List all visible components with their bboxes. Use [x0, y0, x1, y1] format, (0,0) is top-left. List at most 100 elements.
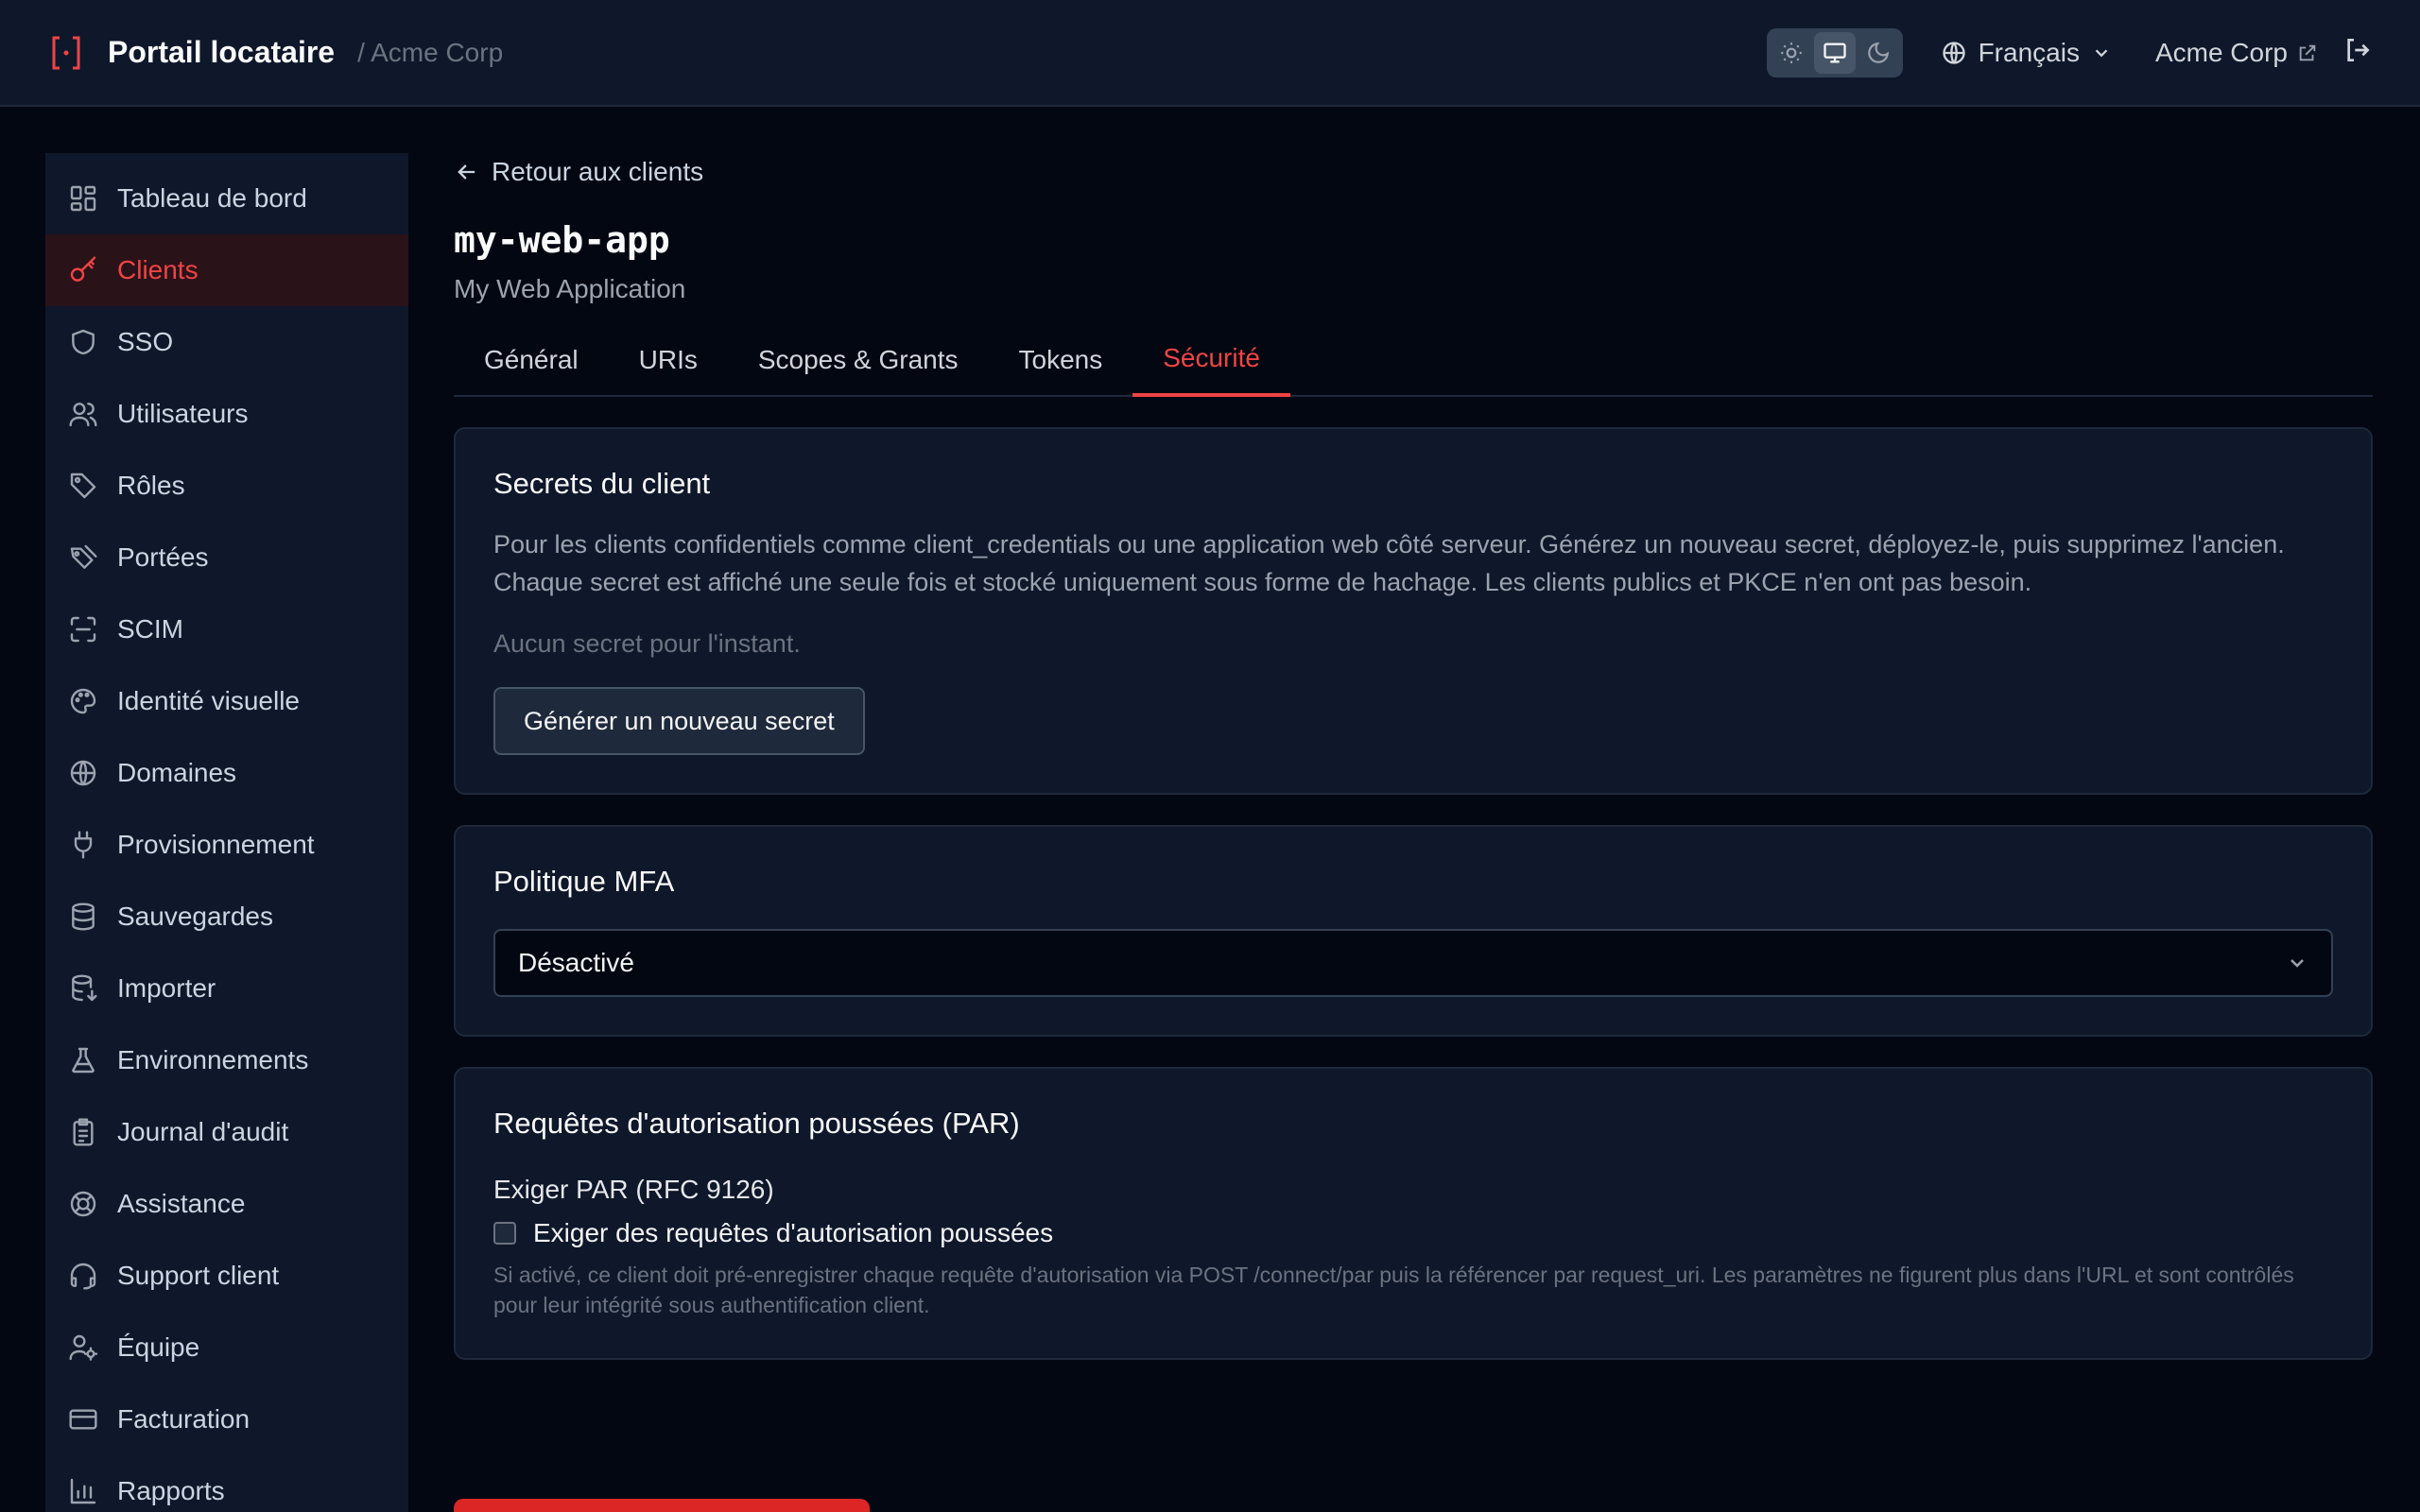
database-icon: [72, 902, 95, 931]
tab-general[interactable]: Général: [454, 336, 609, 397]
sidebar-item-9[interactable]: Provisionnement: [45, 809, 408, 881]
par-checkbox-row[interactable]: Exiger des requêtes d'autorisation pouss…: [493, 1218, 2333, 1248]
main-content: Retour aux clients my-web-app My Web App…: [454, 153, 2373, 1360]
clipboard-icon: [73, 1118, 94, 1146]
back-to-clients-link[interactable]: Retour aux clients: [454, 153, 2373, 191]
sidebar-item-label: Facturation: [117, 1404, 251, 1434]
moon-icon: [1867, 42, 1889, 63]
par-checkbox[interactable]: [493, 1222, 516, 1245]
headset-icon: [70, 1263, 96, 1290]
monitor-icon: [1823, 43, 1846, 62]
logout-button[interactable]: [2342, 35, 2373, 70]
sidebar-item-6[interactable]: SCIM: [45, 593, 408, 665]
app-title: Portail locataire: [108, 35, 336, 69]
logout-icon: [2347, 39, 2370, 61]
language-label: Français: [1978, 37, 2080, 67]
globe-icon: [70, 760, 96, 786]
sidebar-item-18[interactable]: Rapports: [45, 1455, 408, 1512]
bar-chart-icon: [70, 1478, 96, 1504]
sidebar-item-label: Clients: [117, 255, 199, 284]
chevron-down-icon: [2095, 48, 2108, 57]
scan-icon: [70, 616, 96, 643]
tab-tokens[interactable]: Tokens: [989, 336, 1133, 397]
tags-icon: [70, 544, 97, 569]
generate-secret-button[interactable]: Générer un nouveau secret: [493, 687, 865, 755]
sidebar-item-0[interactable]: Tableau de bord: [45, 163, 408, 234]
secrets-description: Pour les clients confidentiels comme cli…: [493, 530, 2285, 596]
sidebar-item-label: Utilisateurs: [117, 399, 249, 428]
dark-theme-button[interactable]: [1858, 32, 1899, 74]
sidebar-item-label: Tableau de bord: [117, 183, 307, 213]
sidebar-item-15[interactable]: Support client: [45, 1240, 408, 1312]
globe-icon: [1942, 41, 1965, 64]
sidebar-item-4[interactable]: Rôles: [45, 450, 408, 522]
sidebar-item-17[interactable]: Facturation: [45, 1383, 408, 1455]
sidebar-item-label: Domaines: [117, 758, 237, 787]
top-header: Portail locataire / Acme Corp Français A…: [0, 0, 2420, 107]
logo-icon: [47, 34, 85, 72]
sidebar: Tableau de bord Clients SSO Utilisateurs Rôl…: [45, 153, 408, 1512]
dashboard-icon: [70, 185, 96, 212]
sidebar-item-label: Sauvegardes: [117, 902, 274, 931]
sidebar-item-11[interactable]: Importer: [45, 953, 408, 1024]
sidebar-item-2[interactable]: SSO: [45, 306, 408, 378]
users-icon: [69, 403, 97, 427]
sidebar-item-16[interactable]: Équipe: [45, 1312, 408, 1383]
secrets-title: Secrets du client: [493, 467, 711, 500]
mfa-policy-select[interactable]: Désactivé: [493, 929, 2333, 997]
tag-icon: [70, 472, 96, 499]
sidebar-item-8[interactable]: Domaines: [45, 737, 408, 809]
arrow-left-icon: [458, 164, 475, 180]
sidebar-item-label: Équipe: [117, 1332, 200, 1362]
palette-icon: [70, 688, 96, 714]
mfa-selected-value: Désactivé: [518, 948, 634, 977]
sidebar-item-label: Support client: [117, 1261, 280, 1290]
sidebar-item-1[interactable]: Clients: [45, 234, 408, 306]
sidebar-item-label: SCIM: [117, 614, 183, 644]
par-hint: Si activé, ce client doit pré-enregistre…: [493, 1263, 2294, 1317]
sidebar-item-12[interactable]: Environnements: [45, 1024, 408, 1096]
sidebar-item-13[interactable]: Journal d'audit: [45, 1096, 408, 1168]
mfa-policy-card: Politique MFA Désactivé: [454, 825, 2373, 1037]
tab-bar: Général URIs Scopes & Grants Tokens Sécu…: [454, 336, 2373, 397]
sidebar-item-5[interactable]: Portées: [45, 522, 408, 593]
system-theme-button[interactable]: [1813, 31, 1856, 74]
sidebar-item-label: Rapports: [117, 1476, 225, 1505]
save-button[interactable]: [454, 1499, 870, 1512]
sidebar-item-label: Assistance: [117, 1189, 246, 1218]
tenant-link[interactable]: Acme Corp: [2155, 38, 2318, 68]
sidebar-item-label: Provisionnement: [117, 830, 315, 859]
light-theme-button[interactable]: [1771, 32, 1812, 74]
client-secrets-card: Secrets du client Pour les clients confi…: [454, 427, 2373, 795]
sidebar-item-label: Portées: [117, 542, 209, 572]
tab-scopes-grants[interactable]: Scopes & Grants: [728, 336, 989, 397]
mfa-title: Politique MFA: [493, 865, 675, 898]
sidebar-item-label: SSO: [117, 327, 174, 356]
sidebar-item-10[interactable]: Sauvegardes: [45, 881, 408, 953]
par-field-label: Exiger PAR (RFC 9126): [493, 1175, 774, 1204]
sidebar-item-label: Importer: [117, 973, 216, 1003]
tab-security[interactable]: Sécurité: [1132, 336, 1290, 397]
par-checkbox-label: Exiger des requêtes d'autorisation pouss…: [533, 1218, 1054, 1247]
external-link-icon: [2299, 44, 2316, 60]
lifebuoy-icon: [70, 1191, 96, 1217]
sidebar-item-label: Environnements: [117, 1045, 309, 1074]
plug-icon: [74, 831, 93, 859]
sidebar-item-7[interactable]: Identité visuelle: [45, 665, 408, 737]
client-name: My Web Application: [454, 274, 686, 303]
chevron-down-icon: [2290, 959, 2304, 968]
theme-toggle: [1766, 27, 1903, 77]
secrets-empty-state: Aucun secret pour l'instant.: [493, 629, 801, 658]
tenant-link-label: Acme Corp: [2154, 37, 2288, 67]
sidebar-item-label: Journal d'audit: [117, 1117, 289, 1146]
language-select[interactable]: Français: [1941, 38, 2112, 68]
database-import-icon: [72, 974, 97, 1002]
flask-icon: [72, 1047, 95, 1074]
sidebar-item-label: Rôles: [117, 471, 185, 500]
sidebar-item-3[interactable]: Utilisateurs: [45, 378, 408, 450]
sidebar-item-label: Identité visuelle: [117, 686, 301, 715]
sun-icon: [1780, 42, 1802, 63]
sidebar-item-14[interactable]: Assistance: [45, 1168, 408, 1240]
shield-icon: [72, 329, 95, 355]
tab-uris[interactable]: URIs: [609, 336, 728, 397]
